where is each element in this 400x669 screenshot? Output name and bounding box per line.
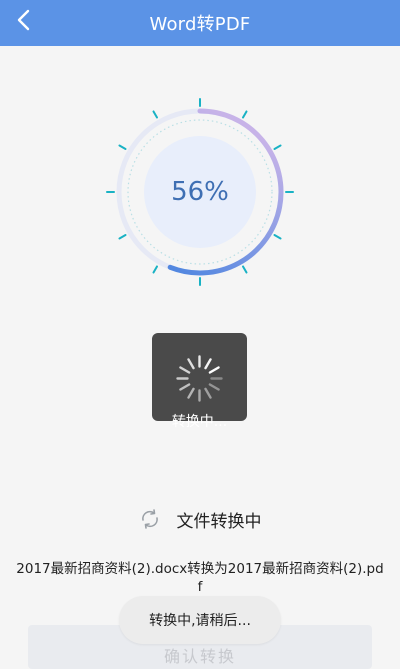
loading-text: 转换中...	[171, 414, 228, 430]
status-row: 文件转换中	[0, 505, 400, 533]
toast-message: 转换中,请稍后...	[119, 596, 281, 644]
loading-dialog: 转换中...	[152, 333, 247, 430]
back-button[interactable]	[4, 0, 44, 40]
confirm-convert-label: 确认转换	[163, 647, 236, 666]
page-title: Word转PDF	[149, 14, 251, 35]
spinner-segment	[208, 366, 220, 374]
spinner-segment	[187, 358, 195, 370]
file-conversion-description: 2017最新招商资料(2).docx转换为2017最新招商资料(2).pdf	[16, 561, 384, 595]
spinner-segment	[179, 383, 191, 391]
progress-ring: 56%	[100, 92, 300, 292]
spinner-segment	[187, 387, 195, 399]
chevron-left-icon	[17, 9, 30, 31]
spinner-icon	[176, 355, 223, 402]
refresh-icon	[141, 509, 158, 529]
progress-percent: 56%	[171, 177, 229, 207]
spinner-segment	[179, 366, 191, 374]
spinner-segment	[204, 387, 212, 399]
app-header: Word转PDF	[0, 0, 400, 46]
spinner-segment	[208, 383, 220, 391]
spinner-segment	[204, 358, 212, 370]
status-text: 文件转换中	[176, 511, 262, 532]
